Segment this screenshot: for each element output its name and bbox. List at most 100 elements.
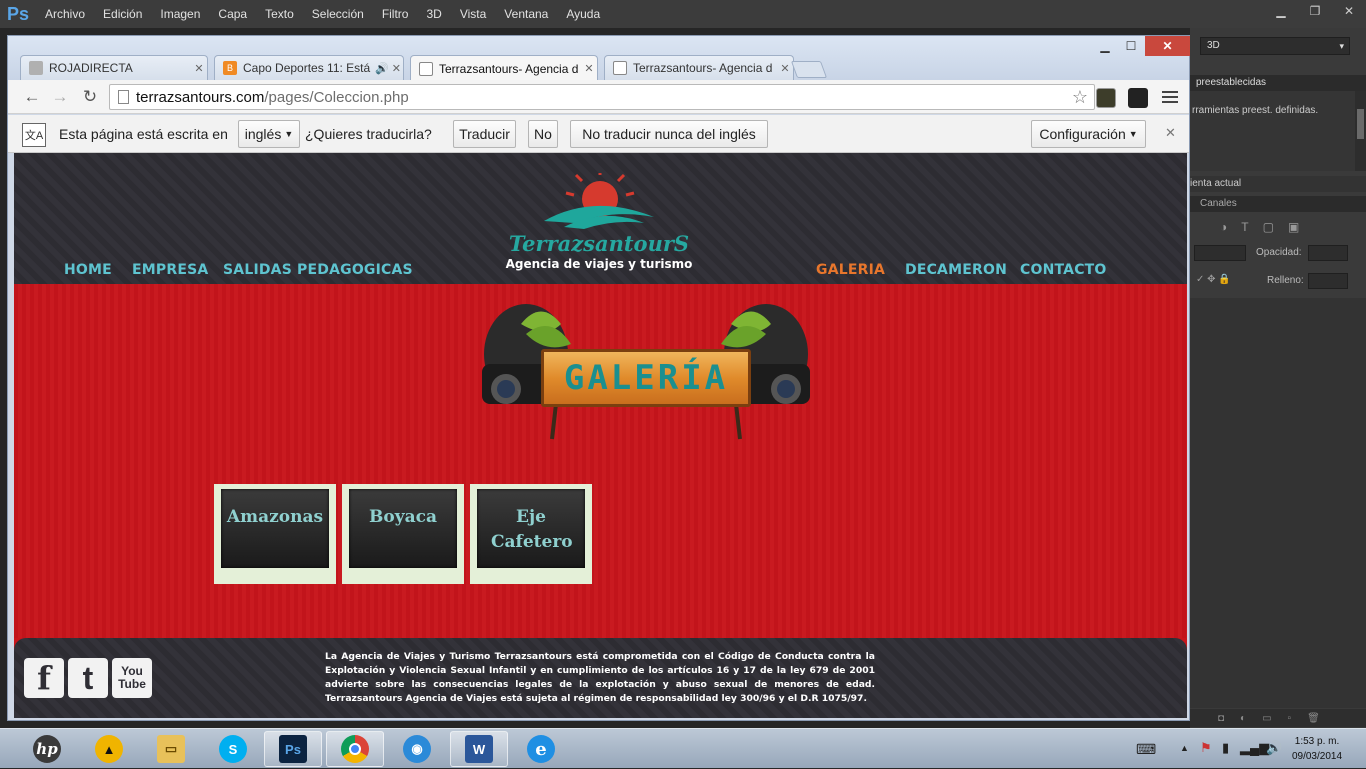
new-layer-icon[interactable]: ▫ (1288, 713, 1292, 724)
show-hidden-icons-icon[interactable]: ▲ (1180, 743, 1189, 753)
chrome-menu-icon[interactable] (1161, 88, 1179, 106)
new-group-icon[interactable]: ▭ (1262, 713, 1271, 724)
bookmark-star-icon[interactable]: ☆ (1072, 87, 1088, 108)
ps-menu-ventana[interactable]: Ventana (495, 0, 557, 28)
nav-empresa[interactable]: EMPRESA (132, 262, 208, 278)
translate-prefix: Esta página está escrita en (59, 126, 228, 142)
gallery-thumbnail[interactable]: Amazonas (221, 489, 329, 568)
ps-menu-3d[interactable]: 3D (417, 0, 450, 28)
chevron-down-icon: ▾ (1339, 41, 1344, 51)
close-icon[interactable]: ✕ (777, 62, 793, 75)
taskbar-explorer[interactable]: ▭ (142, 731, 200, 767)
clock-date[interactable]: 09/03/2014 (1282, 751, 1352, 762)
forward-icon[interactable]: → (48, 86, 72, 108)
ps-restore-icon[interactable]: ❐ (1298, 0, 1332, 22)
settings-button[interactable]: Configuración ▼ (1031, 120, 1146, 148)
taskbar-chrome[interactable] (326, 731, 384, 767)
ps-menu-vista[interactable]: Vista (451, 0, 495, 28)
gallery-thumbnail[interactable]: Boyaca (349, 489, 457, 568)
close-icon[interactable]: ✕ (581, 62, 597, 75)
workspace-dropdown[interactable]: 3D ▾ (1200, 37, 1350, 55)
no-button[interactable]: No (528, 120, 558, 148)
ps-window-controls: ▁ ❐ ✕ (1264, 0, 1366, 22)
taskbar-skype[interactable]: S (204, 731, 262, 767)
tab-terrazsantours-active[interactable]: Terrazsantours- Agencia d ✕ (410, 55, 598, 81)
adjustment-filter-icon[interactable]: ◑ (1220, 220, 1227, 234)
adjustment-layer-icon[interactable]: ◐ (1240, 713, 1246, 724)
scrollbar-thumb[interactable] (1357, 109, 1364, 139)
shape-filter-icon[interactable]: ▢ (1263, 220, 1274, 234)
nav-galeria[interactable]: GALERIA (816, 262, 885, 278)
taskbar-app-1[interactable]: ▲ (80, 731, 138, 767)
tab-channels[interactable]: Canales (1190, 196, 1366, 212)
gallery-item-boyaca[interactable]: Boyaca (342, 484, 464, 584)
taskbar-app-7[interactable]: ◉ (388, 731, 446, 767)
ps-menu-capa[interactable]: Capa (209, 0, 256, 28)
ps-menu-seleccion[interactable]: Selección (303, 0, 373, 28)
language-select[interactable]: inglés ▼ (238, 120, 300, 148)
fill-row: ✓ ✥ 🔒 Relleno: (1190, 270, 1366, 292)
ps-menu-imagen[interactable]: Imagen (151, 0, 209, 28)
keyboard-icon[interactable]: ⌨ (1136, 741, 1156, 758)
nav-decameron[interactable]: DECAMERON (905, 262, 1007, 278)
type-filter-icon[interactable]: T (1241, 220, 1248, 234)
ps-close-icon[interactable]: ✕ (1332, 0, 1366, 22)
ps-menu-archivo[interactable]: Archivo (36, 0, 94, 28)
nav-home[interactable]: HOME (64, 262, 112, 278)
windows-taskbar: hp ▲ ▭ S Ps ◉ W e ⌨ ▲ ⚑ ▮ ▂▄▆ 🔊 1:53 p. … (0, 728, 1366, 768)
gallery-item-amazonas[interactable]: Amazonas (214, 484, 336, 584)
opacity-input[interactable] (1308, 245, 1348, 261)
translate-button[interactable]: Traducir (453, 120, 516, 148)
never-translate-button[interactable]: No traducir nunca del inglés (570, 120, 768, 148)
battery-icon[interactable]: ▮ (1222, 740, 1229, 756)
tab-capo-deportes[interactable]: B Capo Deportes 11: Está 🔊 ✕ (214, 55, 404, 80)
add-mask-icon[interactable]: ◘ (1218, 713, 1224, 724)
gallery-item-eje-cafetero[interactable]: Eje Cafetero (470, 484, 592, 584)
close-icon[interactable]: ✕ (1165, 125, 1176, 141)
fill-input[interactable] (1308, 273, 1348, 289)
ps-menu-filtro[interactable]: Filtro (373, 0, 418, 28)
chevron-down-icon: ▼ (1128, 129, 1138, 139)
twitter-icon[interactable]: t (68, 658, 108, 698)
nav-salidas-pedagogicas[interactable]: SALIDAS PEDAGOGICAS (223, 262, 413, 278)
new-tab-button[interactable] (790, 61, 828, 78)
start-button[interactable]: hp (18, 731, 76, 767)
taskbar-ie[interactable]: e (512, 731, 570, 767)
youtube-icon[interactable]: You Tube (112, 658, 152, 698)
gallery-thumbnail[interactable]: Eje Cafetero (477, 489, 585, 568)
panel-tab-presets[interactable]: preestablecidas (1190, 75, 1366, 91)
close-icon[interactable]: ✕ (191, 62, 207, 75)
adblock-hand-icon[interactable] (1128, 88, 1148, 108)
minimize-icon[interactable]: ▁ (1092, 36, 1118, 56)
trash-icon[interactable]: 🗑 (1307, 713, 1320, 724)
back-icon[interactable]: ← (20, 86, 44, 108)
network-icon[interactable]: ▂▄▆ (1240, 740, 1269, 756)
lock-icons[interactable]: ✓ ✥ 🔒 (1196, 274, 1231, 285)
taskbar-word[interactable]: W (450, 731, 508, 767)
facebook-icon[interactable]: f (24, 658, 64, 698)
address-bar[interactable]: terrazsantours.com/pages/Coleccion.php ☆ (109, 84, 1095, 110)
ps-menu-texto[interactable]: Texto (256, 0, 303, 28)
clock-time[interactable]: 1:53 p. m. (1282, 736, 1352, 747)
extension-icon[interactable] (1096, 88, 1116, 108)
settings-label: Configuración (1039, 126, 1126, 142)
site-logo[interactable]: TerrazsantourS Agencia de viajes y turis… (504, 169, 694, 273)
panel-scrollbar[interactable] (1355, 91, 1366, 171)
ps-minimize-icon[interactable]: ▁ (1264, 0, 1298, 22)
nav-contacto[interactable]: CONTACTO (1020, 262, 1107, 278)
photoshop-menubar: Ps Archivo Edición Imagen Capa Texto Sel… (0, 0, 1366, 28)
volume-icon[interactable]: 🔊 (1266, 740, 1282, 756)
window-close-icon[interactable]: ✕ (1145, 36, 1190, 56)
action-center-icon[interactable]: ⚑ (1200, 740, 1212, 756)
reload-icon[interactable]: ↻ (78, 86, 102, 108)
smart-object-filter-icon[interactable]: ▣ (1288, 220, 1299, 234)
presets-panel-text: rramientas preest. definidas. (1192, 105, 1319, 116)
blend-mode-select[interactable] (1194, 245, 1246, 261)
language-value: inglés (244, 126, 282, 142)
taskbar-photoshop[interactable]: Ps (264, 731, 322, 767)
ps-menu-edicion[interactable]: Edición (94, 0, 151, 28)
tab-terrazsantours-2[interactable]: Terrazsantours- Agencia d ✕ (604, 55, 794, 80)
tab-rojadirecta[interactable]: ROJADIRECTA ✕ (20, 55, 208, 80)
ps-menu-ayuda[interactable]: Ayuda (557, 0, 609, 28)
maximize-icon[interactable]: ☐ (1118, 36, 1144, 56)
